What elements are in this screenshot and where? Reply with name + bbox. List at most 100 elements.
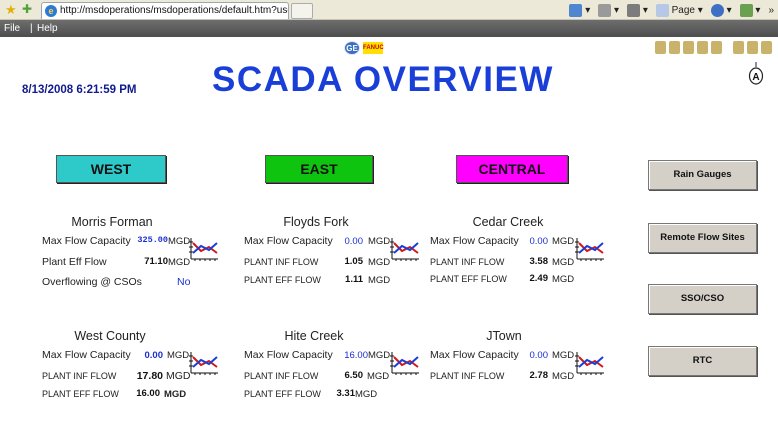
region-east-button[interactable]: EAST: [265, 155, 373, 183]
page-menu-label: Page: [671, 4, 695, 16]
unit-mgd: MGD: [368, 275, 391, 286]
help-icon[interactable]: ▾: [710, 3, 732, 17]
plant-inf-flow-label: PLANT INF FLOW: [244, 371, 319, 381]
plant-inf-flow-label: PLANT INF FLOW: [244, 257, 319, 267]
eff-flow-value: 3.31: [336, 388, 356, 399]
max-flow-value: 325.00: [137, 235, 168, 245]
alarm-icon[interactable]: [697, 41, 708, 54]
unit-mgd: MGD: [552, 236, 575, 247]
unit-mgd: MGD: [552, 257, 575, 268]
unit-mgd: MGD: [552, 371, 575, 382]
overflowing-label: Overflowing @ CSOs: [42, 276, 142, 288]
sso-cso-button[interactable]: SSO/CSO: [648, 284, 757, 314]
print-icon[interactable]: ▾: [627, 3, 648, 17]
add-favorite-icon[interactable]: ✚: [22, 2, 32, 16]
app-menubar: File | Help GE FANUC: [0, 20, 778, 55]
users-icon[interactable]: [733, 41, 744, 54]
fanuc-logo: FANUC: [363, 42, 384, 54]
max-flow-label: Max Flow Capacity: [42, 349, 131, 361]
plant-inf-flow-label: PLANT INF FLOW: [430, 257, 505, 267]
trend-chart-icon[interactable]: [575, 351, 605, 375]
plant-eff-flow-label: PLANT EFF FLOW: [430, 274, 507, 284]
unit-mgd: MGD: [355, 389, 378, 400]
scada-app-window: ★ ✚ e http://msdoperations/msdoperations…: [0, 0, 778, 421]
save-icon[interactable]: [683, 41, 694, 54]
ge-logo: GE: [344, 41, 360, 55]
favorites-star-icon[interactable]: ★: [5, 2, 17, 18]
rain-gauges-button[interactable]: Rain Gauges: [648, 160, 757, 190]
trend-chart-icon[interactable]: [390, 351, 420, 375]
unit-mgd: MGD: [552, 350, 575, 361]
max-flow-label: Max Flow Capacity: [430, 235, 519, 247]
window-icon[interactable]: [711, 41, 722, 54]
plant-eff-flow-label: Plant Eff Flow: [42, 256, 107, 268]
plant-name: Cedar Creek: [472, 215, 544, 229]
page-title: SCADA OVERVIEW: [212, 60, 554, 99]
question-icon[interactable]: [669, 41, 680, 54]
max-flow-label: Max Flow Capacity: [430, 349, 519, 361]
eff-flow-value: 2.49: [529, 273, 549, 284]
alarm-acknowledge-icon[interactable]: A: [748, 62, 764, 88]
inf-flow-value: 1.05: [344, 256, 364, 267]
region-central-button[interactable]: CENTRAL: [456, 155, 568, 183]
plant-inf-flow-label: PLANT INF FLOW: [42, 371, 117, 381]
max-flow-label: Max Flow Capacity: [244, 349, 333, 361]
unit-mgd: MGD: [168, 257, 191, 268]
unit-mgd: MGD: [167, 350, 190, 361]
lock-icon[interactable]: [655, 41, 666, 54]
menu-toolbar-icons: [655, 41, 772, 56]
new-tab-button[interactable]: [291, 3, 313, 19]
plant-inf-flow-label: PLANT INF FLOW: [430, 371, 505, 381]
unit-mgd: MGD: [552, 274, 575, 285]
max-flow-label: Max Flow Capacity: [42, 235, 131, 247]
max-flow-value: 0.00: [344, 236, 364, 247]
inf-flow-value: 6.50: [344, 370, 364, 381]
settings-icon[interactable]: [761, 41, 772, 54]
remote-flow-sites-button[interactable]: Remote Flow Sites: [648, 223, 757, 253]
menu-help[interactable]: Help: [37, 23, 58, 34]
eff-flow-value: 1.11: [345, 274, 363, 285]
tab-title: http://msdoperations/msdoperations/defau…: [60, 5, 289, 16]
home-icon[interactable]: ▾: [569, 3, 590, 17]
inf-flow-value: 3.58: [529, 256, 549, 267]
menu-separator: |: [30, 23, 33, 34]
eff-flow-value: 16.00: [136, 388, 160, 399]
command-bar: ▾ ▾ ▾ Page ▾ ▾ ▾ »: [569, 2, 774, 18]
trend-chart-icon[interactable]: [189, 237, 219, 261]
max-flow-value: 0.00: [529, 350, 549, 361]
browser-tab-active[interactable]: e http://msdoperations/msdoperations/def…: [41, 2, 289, 19]
browser-toolbar: ★ ✚ e http://msdoperations/msdoperations…: [0, 0, 778, 20]
unit-mgd: MGD: [164, 389, 187, 400]
eff-flow-value: 71.10: [144, 256, 168, 267]
plant-name: Floyds Fork: [283, 215, 349, 229]
current-datetime: 8/13/2008 6:21:59 PM: [22, 84, 137, 96]
unit-mgd: MGD: [368, 257, 391, 268]
overflowing-value: No: [177, 276, 191, 288]
unit-mgd: MGD: [168, 236, 191, 247]
unit-mgd: MGD: [368, 236, 391, 247]
svg-text:A: A: [752, 72, 759, 83]
menu-file[interactable]: File: [4, 23, 20, 34]
page-menu-button[interactable]: Page ▾: [655, 3, 703, 17]
tools-set-icon[interactable]: [747, 41, 758, 54]
inf-flow-value: 17.80: [136, 370, 163, 382]
feeds-icon[interactable]: ▾: [598, 3, 619, 17]
plant-eff-flow-label: PLANT EFF FLOW: [244, 275, 321, 285]
max-flow-label: Max Flow Capacity: [244, 235, 333, 247]
plant-name: Hite Creek: [284, 329, 344, 343]
plant-eff-flow-label: PLANT EFF FLOW: [244, 389, 321, 399]
ie-page-icon: e: [45, 5, 57, 17]
max-flow-value: 0.00: [144, 350, 164, 361]
unit-mgd: MGD: [166, 370, 191, 382]
more-chevron-icon[interactable]: »: [768, 5, 774, 16]
rtc-button[interactable]: RTC: [648, 346, 757, 376]
trend-chart-icon[interactable]: [390, 237, 420, 261]
trend-chart-icon[interactable]: [189, 351, 219, 375]
tools-icon[interactable]: ▾: [739, 3, 760, 17]
max-flow-value: 16.00: [344, 350, 368, 361]
plant-eff-flow-label: PLANT EFF FLOW: [42, 389, 119, 399]
unit-mgd: MGD: [368, 350, 391, 361]
inf-flow-value: 2.78: [529, 370, 549, 381]
trend-chart-icon[interactable]: [575, 237, 605, 261]
region-west-button[interactable]: WEST: [56, 155, 166, 183]
